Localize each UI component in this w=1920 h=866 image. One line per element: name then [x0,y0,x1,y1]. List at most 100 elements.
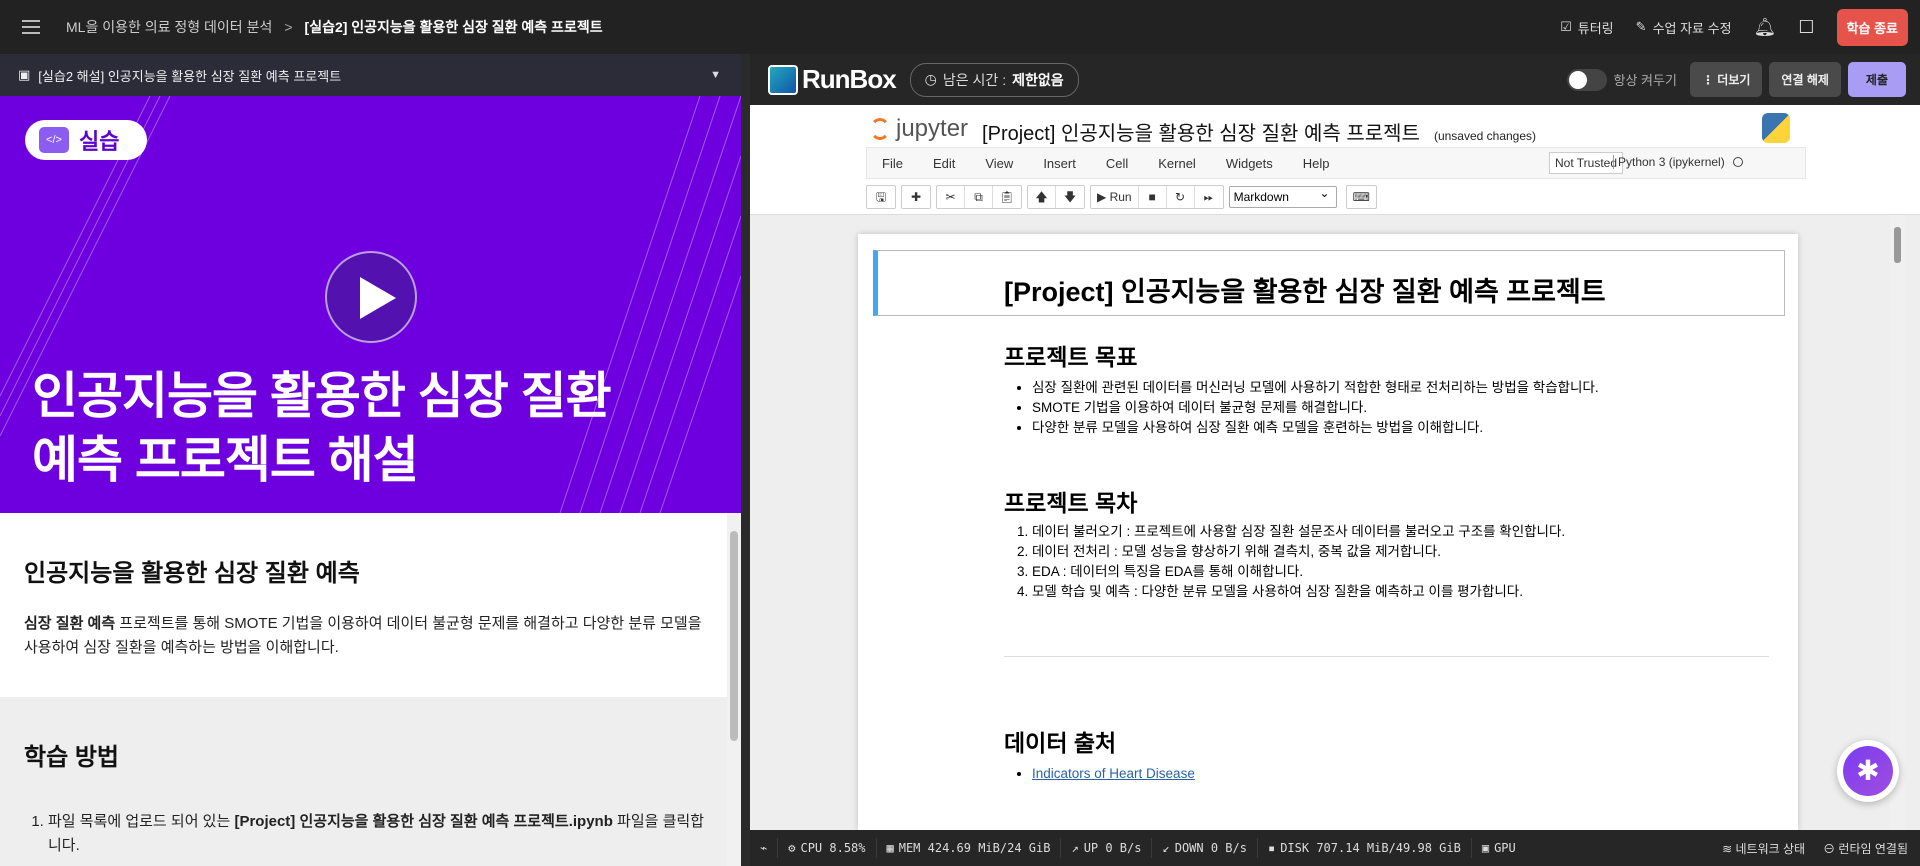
toc-heading: 프로젝트 목차 [1004,490,1138,516]
stop-icon[interactable]: ■ [1139,186,1167,208]
move-up-icon[interactable]: 🡅 [1028,186,1056,208]
gpu-status: ▣ GPU [1481,841,1516,855]
goal-item: SMOTE 기법을 이용하여 데이터 불균형 문제를 해결합니다. [1032,398,1599,418]
disk-icon: ▪ [1267,841,1276,855]
cut-icon[interactable]: ✂ [937,186,965,208]
tutoring-button[interactable]: ☑ 튜터링 [1560,18,1614,37]
intro-section: 인공지능을 활용한 심장 질환 예측 심장 질환 예측 프로젝트를 통해 SMO… [0,513,741,697]
badge-label: 실습 [79,129,120,154]
lesson-header-title: [실습2 해설] 인공지능을 활용한 심장 질환 예측 프로젝트 [38,68,342,84]
method-heading: 학습 방법 [24,744,119,771]
toc-item: EDA : 데이터의 특징을 EDA를 통해 이해합니다. [1032,562,1565,582]
add-cell-icon[interactable]: ✚ [902,186,930,208]
save-icon[interactable]: 🖫 [867,186,895,208]
kernel-indicator: Python 3 (ipykernel) [1613,155,1743,169]
lesson-panel: ▣ [실습2 해설] 인공지능을 활용한 심장 질환 예측 프로젝트 ▼ </>… [0,54,741,866]
top-bar: ML을 이용한 의료 정형 데이터 분석 > [실습2] 인공지능을 활용한 심… [0,0,1920,54]
dropdown-arrow-icon[interactable]: ▼ [710,69,721,81]
save-status: (unsaved changes) [1433,129,1537,143]
menu-file[interactable]: File [882,156,903,171]
breadcrumb-course[interactable]: ML을 이용한 의료 정형 데이터 분석 [66,17,272,37]
ai-assistant-button[interactable] [1837,740,1899,802]
video-player[interactable]: </> 실습 인공지능을 활용한 심장 질환예측 프로젝트 해설 [0,96,741,513]
toc-item: 데이터 전처리 : 모델 성능을 향상하기 위해 결측치, 중복 값을 제거합니… [1032,542,1565,562]
python-logo-icon [1762,113,1790,143]
disconnect-button[interactable]: 연결 해제 [1769,62,1841,97]
jupyter-menubar: File Edit View Insert Cell Kernel Widget… [866,147,1806,179]
toc-item: 데이터 불러오기 : 프로젝트에 사용할 심장 질환 설문조사 데이터를 불러오… [1032,522,1565,542]
disk-usage: ▪ DISK 707.14 MiB/49.98 GiB [1258,838,1472,858]
paste-icon[interactable]: 📋︎ [993,186,1021,208]
runbox-panel: RunBox ◷ 남은 시간 : 제한없음 항상 켜두기 ⋮ 더보기 연결 해제 제… [750,54,1920,830]
notebook-page: [Project] 인공지능을 활용한 심장 질환 예측 프로젝트 프로젝트 목… [858,234,1798,830]
kernel-idle-icon [1732,157,1743,167]
chat-edit-icon: ☑ [1560,19,1572,34]
menu-edit[interactable]: Edit [933,156,955,171]
network-status[interactable]: ≋ 네트워크 상태 [1722,840,1805,857]
code-monitor-icon: </> [39,127,69,153]
copy-icon[interactable]: ⧉ [965,186,993,208]
play-button[interactable] [325,251,417,343]
practice-badge: </> 실습 [25,120,147,160]
menu-kernel[interactable]: Kernel [1158,156,1196,171]
cell-type-select[interactable]: Markdown [1228,186,1337,208]
hamburger-menu-icon[interactable] [22,20,40,34]
remaining-time: ◷ 남은 시간 : 제한없음 [909,62,1079,97]
source-heading: 데이터 출처 [1004,730,1117,756]
end-learning-button[interactable]: 학습 종료 [1836,8,1908,46]
intro-text: 심장 질환 예측 프로젝트를 통해 SMOTE 기법을 이용하여 데이터 불균형… [24,612,717,660]
message-icon[interactable]: ☐ [1798,17,1814,38]
toc-item: 모델 학습 및 예측 : 다양한 분류 모델을 사용하여 심장 질환을 예측하고… [1032,582,1565,602]
timer-icon: ◷ [924,71,937,87]
activity-monitor-icon[interactable]: ⌁ [750,838,779,858]
video-title: 인공지능을 활용한 심장 질환예측 프로젝트 해설 [32,364,612,492]
menu-insert[interactable]: Insert [1043,156,1076,171]
intro-heading: 인공지능을 활용한 심장 질환 예측 [24,560,360,587]
notebook-area: [Project] 인공지능을 활용한 심장 질환 예측 프로젝트 프로젝트 목… [750,215,1905,830]
goal-heading: 프로젝트 목표 [1004,344,1138,370]
notebook-scrollbar[interactable] [1890,215,1905,830]
more-button[interactable]: ⋮ 더보기 [1689,62,1763,97]
menu-view[interactable]: View [985,156,1013,171]
move-down-icon[interactable]: 🡇 [1056,186,1084,208]
download-rate: ↙ DOWN 0 B/s [1152,838,1258,858]
jupyter-logo[interactable]: jupyter [870,115,968,143]
arrow-down-left-icon: ↙ [1162,841,1170,855]
keyboard-icon[interactable]: ⌨ [1347,186,1376,208]
method-step: 파일 목록에 업로드 되어 있는 [Project] 인공지능을 활용한 심장 … [48,810,717,858]
run-button[interactable]: ▶ Run [1091,186,1139,208]
menu-help[interactable]: Help [1303,156,1330,171]
edit-material-button[interactable]: ✎ 수업 자료 수정 [1636,18,1732,37]
pencil-icon: ✎ [1635,19,1647,34]
runbox-logo: RunBox [768,64,897,95]
video-title-line2: 예측 프로젝트 해설 [32,432,419,488]
memory-icon: ▦ [886,841,894,855]
breadcrumb-current: [실습2] 인공지능을 활용한 심장 질환 예측 프로젝트 [304,19,603,35]
fast-forward-icon[interactable]: ⏩︎ [1195,186,1223,208]
video-title-line1: 인공지능을 활용한 심장 질환 [32,368,612,424]
always-on-label: 항상 켜두기 [1613,73,1677,88]
lesson-header[interactable]: ▣ [실습2 해설] 인공지능을 활용한 심장 질환 예측 프로젝트 ▼ [0,54,741,96]
lesson-scrollbar[interactable] [727,513,741,866]
edit-material-label: 수업 자료 수정 [1652,20,1732,36]
always-on-toggle[interactable] [1566,68,1607,91]
restart-icon[interactable]: ↻ [1167,186,1195,208]
jupyter-toolbar: 🖫 ✚ ✂⧉📋︎ 🡅🡇 ▶ Run■↻⏩︎ Markdown ⌨ [866,185,1377,209]
source-link[interactable]: Indicators of Heart Disease [1032,766,1195,781]
memory-usage: ▦ MEM 424.69 MiB/24 GiB [877,838,1062,858]
cpu-icon: ⚙ [788,841,796,855]
intro-bold: 심장 질환 예측 [24,615,116,632]
jupyter-header: jupyter [Project] 인공지능을 활용한 심장 질환 예측 프로젝… [750,105,1920,215]
method-section: 학습 방법 파일 목록에 업로드 되어 있는 [Project] 인공지능을 활… [0,697,741,866]
trust-button[interactable]: Not Trusted [1549,152,1624,174]
bell-icon[interactable]: 🔔︎ [1754,17,1777,38]
submit-button[interactable]: 제출 [1847,62,1906,97]
runbox-toolbar: RunBox ◷ 남은 시간 : 제한없음 항상 켜두기 ⋮ 더보기 연결 해제 제… [750,54,1920,105]
runtime-status[interactable]: ⊖ 런타임 연결됨 [1823,840,1908,857]
menu-cell[interactable]: Cell [1106,156,1128,171]
notebook-name[interactable]: [Project] 인공지능을 활용한 심장 질환 예측 프로젝트 [982,117,1420,146]
panel-divider[interactable] [741,54,750,866]
link-icon: ⊖ [1823,841,1836,856]
menu-widgets[interactable]: Widgets [1226,156,1273,171]
breadcrumb-separator: > [284,19,293,35]
